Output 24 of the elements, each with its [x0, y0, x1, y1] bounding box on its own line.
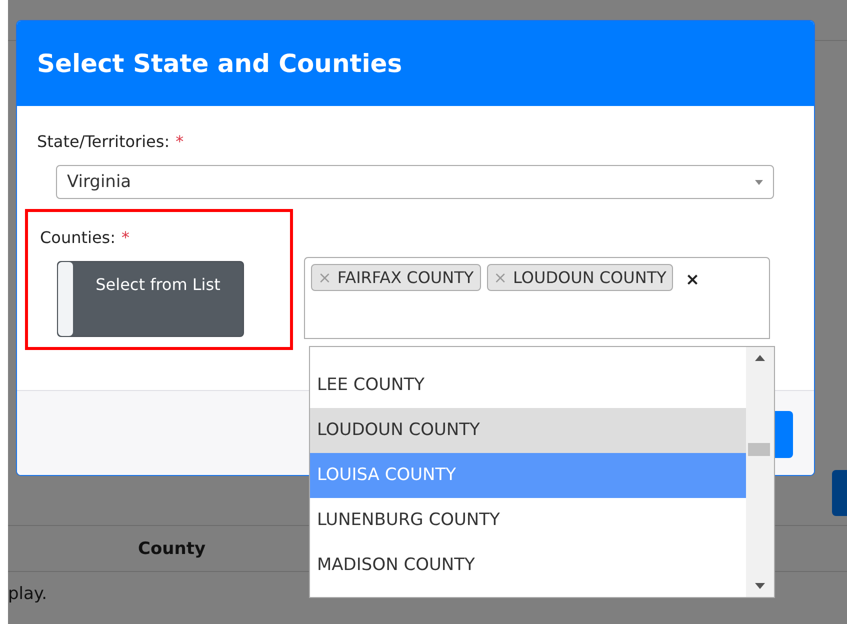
tag-label: LOUDOUN COUNTY [513, 268, 666, 287]
scroll-up-icon[interactable] [755, 355, 765, 361]
dropdown-option[interactable]: MADISON COUNTY [310, 543, 746, 588]
scroll-down-icon[interactable] [755, 583, 765, 589]
caret-icon [755, 180, 763, 184]
state-select[interactable]: Virginia [56, 165, 774, 199]
scrollbar[interactable] [746, 347, 774, 597]
tag-label: FAIRFAX COUNTY [337, 268, 474, 287]
multi-select-field[interactable]: × FAIRFAX COUNTY × LOUDOUN COUNTY × [304, 257, 770, 339]
toggle-button[interactable]: Select from List [57, 261, 244, 337]
page-button[interactable] [832, 470, 847, 516]
message-text: play. [8, 584, 47, 604]
field-label: State/Territories: [37, 132, 170, 151]
dropdown-option[interactable]: LUNENBURG COUNTY [310, 498, 746, 543]
column-header: County [138, 538, 206, 558]
scroll-thumb[interactable] [748, 443, 770, 456]
dropdown-option[interactable]: LEE COUNTY [310, 363, 746, 408]
required-mark: * [122, 228, 130, 247]
field-label: Counties: [40, 228, 116, 247]
select-value: Virginia [67, 172, 132, 192]
dropdown-option[interactable]: LOUDOUN COUNTY [310, 408, 746, 453]
clear-button[interactable]: × [685, 270, 700, 290]
modal-title: Select State and Counties [37, 49, 402, 78]
required-mark: * [176, 132, 184, 151]
